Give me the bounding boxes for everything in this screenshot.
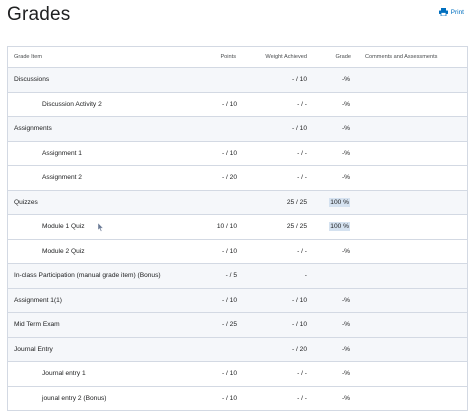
weight-value: - / - — [297, 174, 307, 182]
grade-value: -% — [341, 76, 350, 84]
grade-value: -% — [341, 321, 350, 329]
grade-value: -% — [341, 125, 350, 133]
table-row-category: Assignments - / 10 -% — [8, 117, 467, 142]
grade-item-name: Module 2 Quiz — [42, 247, 85, 255]
table-row-category: Journal Entry - / 20 -% — [8, 337, 467, 362]
grade-item-name: In-class Participation (manual grade ite… — [14, 272, 161, 280]
grade-value: 100 % — [329, 215, 350, 239]
table-row-category: In-class Participation (manual grade ite… — [8, 264, 467, 289]
points-value: - / 10 — [221, 296, 237, 304]
table-row-category: Quizzes 25 / 25 100 % — [8, 190, 467, 215]
weight-value: - / 10 — [291, 321, 307, 329]
grade-value: -% — [341, 149, 350, 157]
weight-value: - / - — [297, 370, 307, 378]
table-row: Module 2 Quiz - / 10 - / - -% — [8, 239, 467, 264]
grade-highlight: 100 % — [329, 197, 350, 207]
print-label: Print — [450, 8, 464, 16]
grade-item-name: Assignment 2 — [42, 174, 82, 182]
grade-item-name: Assignment 1 — [42, 149, 82, 157]
column-header-weight-achieved: Weight Achieved — [265, 54, 307, 60]
grade-value: -% — [341, 100, 350, 108]
table-row: Assignment 1 - / 10 - / - -% — [8, 141, 467, 166]
points-value: - / 10 — [221, 100, 237, 108]
grade-item-name: Assignments — [14, 125, 52, 133]
weight-value: - / - — [297, 149, 307, 157]
grade-value: -% — [341, 296, 350, 304]
weight-value: - / 20 — [291, 345, 307, 353]
points-value: - / 10 — [221, 370, 237, 378]
weight-value: - / 10 — [291, 76, 307, 84]
grade-item-name: jounal entry 2 (Bonus) — [42, 394, 107, 402]
grade-item-name: Assignment 1(1) — [14, 296, 63, 304]
table-row: jounal entry 2 (Bonus) - / 10 - / - -% — [8, 386, 467, 411]
grade-highlight: 100 % — [329, 222, 350, 232]
weight-value: - / 10 — [291, 296, 307, 304]
grade-value: 100 % — [329, 191, 350, 215]
table-row: Module 1 Quiz 10 / 10 25 / 25 100 % — [8, 215, 467, 240]
table-row-category: Mid Term Exam - / 25 - / 10 -% — [8, 313, 467, 338]
weight-value: - / 10 — [291, 125, 307, 133]
grade-item-name: Discussions — [14, 76, 50, 84]
grade-value: -% — [341, 394, 350, 402]
weight-value: 25 / 25 — [286, 198, 307, 206]
column-header-grade-item: Grade Item — [14, 54, 42, 60]
weight-value: - / - — [297, 247, 307, 255]
points-value: - / 20 — [221, 174, 237, 182]
grade-item-name: Journal entry 1 — [42, 370, 86, 378]
points-value: - / 25 — [221, 321, 237, 329]
table-row: Discussion Activity 2 - / 10 - / - -% — [8, 92, 467, 117]
grade-item-name: Discussion Activity 2 — [42, 100, 102, 108]
mouse-cursor-icon — [97, 222, 104, 232]
grade-item-name: Journal Entry — [14, 345, 53, 353]
printer-icon — [438, 8, 448, 16]
column-header-grade: Grade — [335, 54, 351, 60]
weight-value: - — [304, 272, 307, 280]
points-value: 10 / 10 — [216, 223, 237, 231]
grade-value: -% — [341, 370, 350, 378]
weight-value: - / - — [297, 394, 307, 402]
table-row: Journal entry 1 - / 10 - / - -% — [8, 362, 467, 387]
page-title: Grades — [7, 4, 71, 25]
grade-item-name: Module 1 Quiz — [42, 223, 85, 231]
points-value: - / 10 — [221, 149, 237, 157]
grade-item-name: Quizzes — [14, 198, 38, 206]
table-row-category: Discussions - / 10 -% — [8, 68, 467, 93]
weight-value: - / - — [297, 100, 307, 108]
grade-value: -% — [341, 174, 350, 182]
grade-item-name: Mid Term Exam — [14, 321, 60, 329]
column-header-comments: Comments and Assessments — [365, 54, 438, 60]
grade-value: -% — [341, 247, 350, 255]
points-value: - / 5 — [225, 272, 237, 280]
grade-value: -% — [341, 345, 350, 353]
table-row-category: Assignment 1(1) - / 10 - / 10 -% — [8, 288, 467, 313]
points-value: - / 10 — [221, 394, 237, 402]
grades-table: Grade Item Points Weight Achieved Grade … — [7, 46, 468, 411]
points-value: - / 10 — [221, 247, 237, 255]
table-row: Assignment 2 - / 20 - / - -% — [8, 166, 467, 191]
column-header-points: Points — [220, 54, 236, 60]
table-header-row: Grade Item Points Weight Achieved Grade … — [8, 47, 467, 68]
print-button[interactable]: Print — [438, 8, 464, 16]
weight-value: 25 / 25 — [286, 223, 307, 231]
